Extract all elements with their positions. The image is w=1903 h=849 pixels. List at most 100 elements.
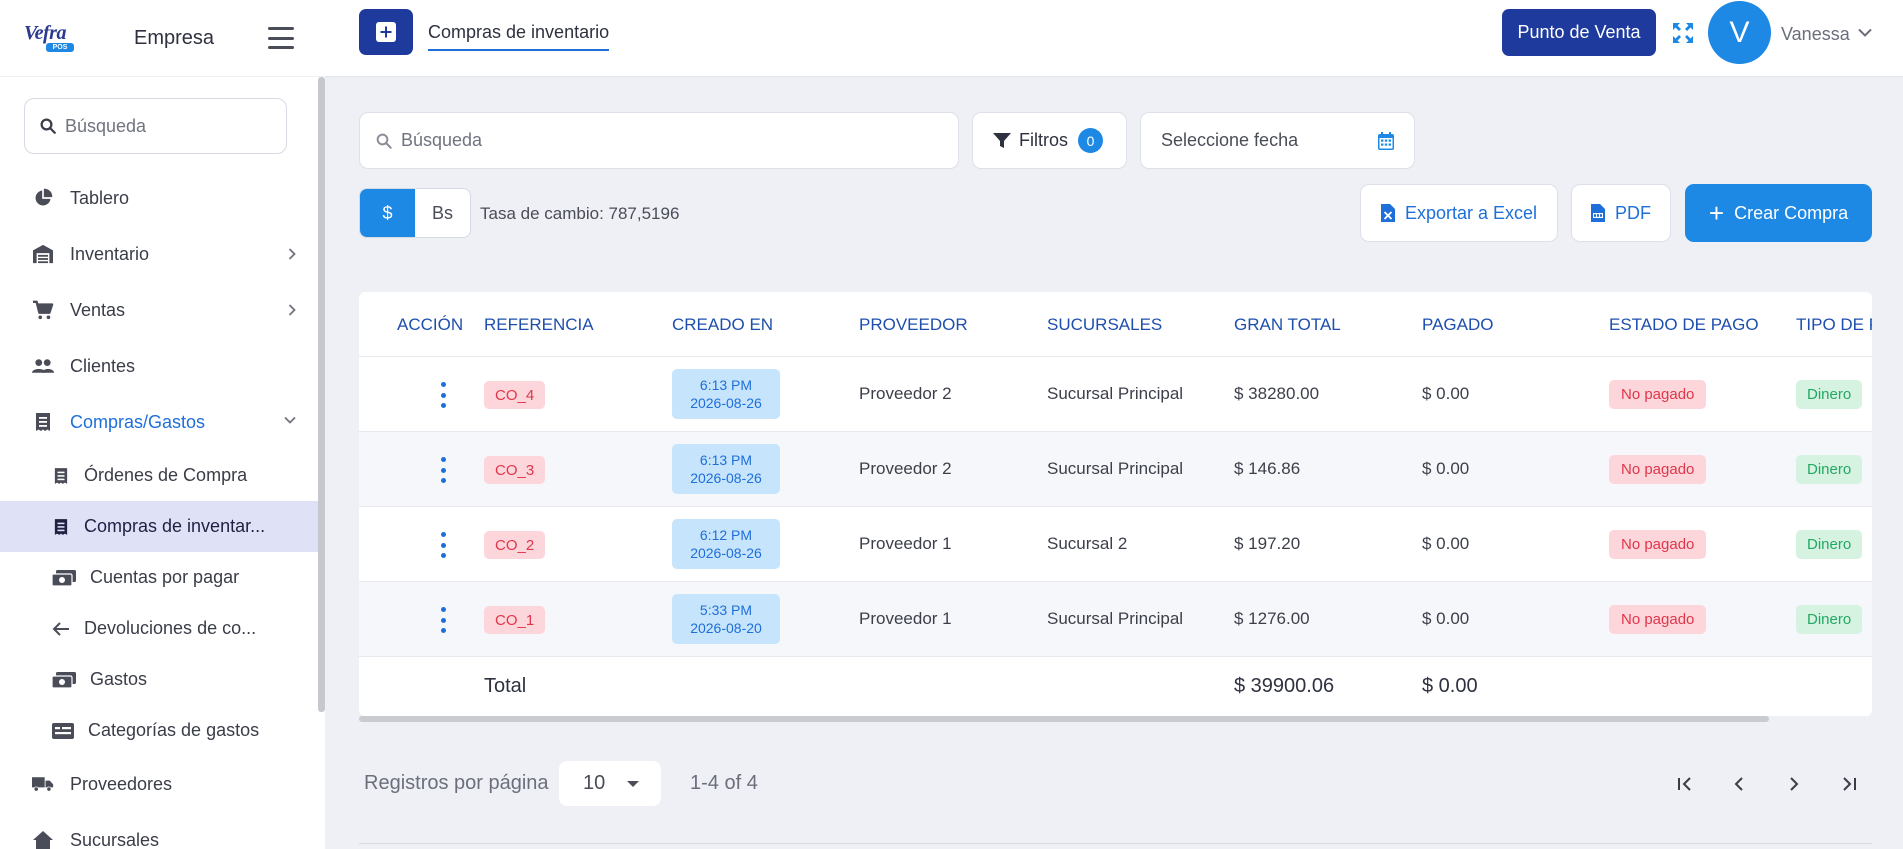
receipt-icon bbox=[52, 467, 70, 485]
sidebar-subitem-ordenes[interactable]: Órdenes de Compra bbox=[0, 450, 318, 501]
sidebar-item-tablero[interactable]: Tablero bbox=[0, 170, 318, 226]
payment-type-badge: Dinero bbox=[1796, 605, 1863, 634]
currency-usd-button[interactable]: $ bbox=[360, 189, 415, 237]
sidebar-item-proveedores[interactable]: Proveedores bbox=[0, 756, 318, 812]
avatar[interactable]: V bbox=[1708, 1, 1771, 64]
search-icon bbox=[376, 133, 392, 149]
first-page-button[interactable] bbox=[1671, 770, 1699, 798]
rows-per-page-label: Registros por página bbox=[364, 772, 549, 794]
sidebar-subitem-compras-inventario[interactable]: Compras de inventar... bbox=[0, 501, 318, 552]
purchases-table: ACCIÓN REFERENCIA CREADO EN PROVEEDOR SU… bbox=[359, 292, 1872, 716]
row-actions-icon[interactable] bbox=[439, 457, 447, 483]
pie-chart-icon bbox=[32, 187, 54, 209]
next-page-button[interactable] bbox=[1780, 770, 1808, 798]
sidebar-scrollbar[interactable] bbox=[318, 77, 325, 712]
table-header: ACCIÓN REFERENCIA CREADO EN PROVEEDOR SU… bbox=[359, 292, 1872, 357]
sidebar-subitem-label: Devoluciones de co... bbox=[84, 618, 257, 638]
sidebar-item-label: Compras/Gastos bbox=[70, 411, 206, 432]
table-row[interactable]: CO_3 6:13 PM 2026-08-26 Proveedor 2 Sucu… bbox=[359, 432, 1872, 507]
search-input[interactable]: Búsqueda bbox=[359, 112, 959, 169]
sidebar-search-placeholder: Búsqueda bbox=[65, 115, 147, 136]
cash-icon bbox=[52, 569, 76, 587]
created-date: 2026-08-26 bbox=[690, 470, 762, 486]
table-row[interactable]: CO_4 6:13 PM 2026-08-26 Proveedor 2 Sucu… bbox=[359, 357, 1872, 432]
table-row[interactable]: CO_2 6:12 PM 2026-08-26 Proveedor 1 Sucu… bbox=[359, 507, 1872, 582]
created-date: 2026-08-26 bbox=[690, 545, 762, 561]
column-header[interactable]: TIPO DE P bbox=[1796, 315, 1872, 335]
row-actions-icon[interactable] bbox=[439, 382, 447, 408]
pagination-range: 1-4 of 4 bbox=[690, 772, 758, 794]
sidebar-item-ventas[interactable]: Ventas bbox=[0, 282, 318, 338]
previous-page-button[interactable] bbox=[1725, 770, 1753, 798]
export-pdf-button[interactable]: PDF bbox=[1571, 184, 1671, 242]
chevron-down-icon[interactable] bbox=[1858, 28, 1872, 37]
payment-status-badge: No pagado bbox=[1609, 380, 1707, 409]
fullscreen-icon[interactable] bbox=[1671, 21, 1695, 45]
column-header[interactable]: ESTADO DE PAGO bbox=[1609, 315, 1759, 335]
home-icon bbox=[32, 829, 54, 849]
column-header[interactable]: CREADO EN bbox=[672, 315, 773, 335]
sidebar-item-compras-gastos[interactable]: Compras/Gastos bbox=[0, 394, 318, 450]
sidebar-subitem-categorias[interactable]: Categorías de gastos bbox=[0, 705, 318, 756]
grand-total-cell: $ 38280.00 bbox=[1234, 384, 1320, 403]
sidebar-item-label: Sucursales bbox=[70, 829, 160, 849]
sidebar-item-sucursales[interactable]: Sucursales bbox=[0, 812, 318, 849]
column-header[interactable]: SUCURSALES bbox=[1047, 315, 1162, 335]
first-page-icon bbox=[1678, 777, 1691, 791]
rows-per-page-select[interactable]: 10 bbox=[559, 761, 661, 806]
currency-bs-button[interactable]: Bs bbox=[415, 189, 470, 237]
created-date-badge: 6:13 PM 2026-08-26 bbox=[672, 444, 780, 494]
filters-count-badge: 0 bbox=[1078, 128, 1103, 153]
reference-badge: CO_1 bbox=[484, 606, 546, 634]
filters-button[interactable]: Filtros 0 bbox=[972, 112, 1127, 169]
row-actions-icon[interactable] bbox=[439, 532, 447, 558]
menu-toggle-icon[interactable] bbox=[268, 27, 294, 49]
created-date: 2026-08-20 bbox=[690, 620, 762, 636]
sidebar-item-label: Clientes bbox=[70, 355, 136, 376]
total-label: Total bbox=[484, 675, 527, 697]
sidebar-subitem-gastos[interactable]: Gastos bbox=[0, 654, 318, 705]
created-time: 6:13 PM bbox=[699, 377, 753, 393]
sidebar-search-input[interactable]: Búsqueda bbox=[24, 98, 287, 154]
arrow-left-icon bbox=[52, 620, 70, 638]
grand-total-cell: $ 197.20 bbox=[1234, 534, 1301, 553]
paid-cell: $ 0.00 bbox=[1422, 609, 1470, 628]
created-time: 5:33 PM bbox=[699, 602, 753, 618]
sidebar: Vefra POS Empresa Búsqueda Tablero Inven… bbox=[0, 0, 325, 849]
user-name[interactable]: Vanessa bbox=[1781, 24, 1850, 45]
logo[interactable]: Vefra POS bbox=[24, 21, 94, 55]
date-picker[interactable]: Seleccione fecha bbox=[1140, 112, 1415, 169]
search-icon bbox=[40, 118, 56, 134]
export-excel-button[interactable]: Exportar a Excel bbox=[1360, 184, 1558, 242]
tab-compras-inventario[interactable]: Compras de inventario bbox=[428, 22, 610, 51]
sidebar-item-clientes[interactable]: Clientes bbox=[0, 338, 318, 394]
logo-badge: POS bbox=[46, 43, 74, 52]
id-card-icon bbox=[52, 722, 74, 740]
sidebar-item-label: Proveedores bbox=[70, 773, 173, 794]
rows-per-page-value: 10 bbox=[583, 772, 606, 794]
pos-button[interactable]: Punto de Venta bbox=[1502, 9, 1656, 56]
reference-badge: CO_2 bbox=[484, 531, 546, 559]
sidebar-subitem-cuentas-pagar[interactable]: Cuentas por pagar bbox=[0, 552, 318, 603]
chevron-right-icon bbox=[288, 248, 296, 260]
created-date-badge: 6:13 PM 2026-08-26 bbox=[672, 369, 780, 419]
add-tab-button[interactable] bbox=[359, 9, 413, 55]
sidebar-subitem-devoluciones[interactable]: Devoluciones de co... bbox=[0, 603, 318, 654]
column-header[interactable]: REFERENCIA bbox=[484, 315, 594, 335]
create-purchase-button[interactable]: + Crear Compra bbox=[1685, 184, 1872, 242]
payment-status-badge: No pagado bbox=[1609, 605, 1707, 634]
table-row[interactable]: CO_1 5:33 PM 2026-08-20 Proveedor 1 Sucu… bbox=[359, 582, 1872, 657]
sidebar-item-inventario[interactable]: Inventario bbox=[0, 226, 318, 282]
currency-toggle: $ Bs bbox=[359, 188, 471, 238]
column-header[interactable]: GRAN TOTAL bbox=[1234, 315, 1341, 335]
sidebar-subitem-label: Gastos bbox=[90, 669, 148, 689]
column-header[interactable]: PROVEEDOR bbox=[859, 315, 968, 335]
column-header[interactable]: PAGADO bbox=[1422, 315, 1493, 335]
column-header[interactable]: ACCIÓN bbox=[397, 315, 463, 335]
supplier-cell: Proveedor 2 bbox=[859, 459, 952, 478]
last-page-button[interactable] bbox=[1835, 770, 1863, 798]
row-actions-icon[interactable] bbox=[439, 607, 447, 633]
table-horizontal-scrollbar[interactable] bbox=[359, 716, 1769, 722]
divider bbox=[359, 843, 1872, 844]
exchange-rate: Tasa de cambio: 787,5196 bbox=[480, 204, 680, 223]
